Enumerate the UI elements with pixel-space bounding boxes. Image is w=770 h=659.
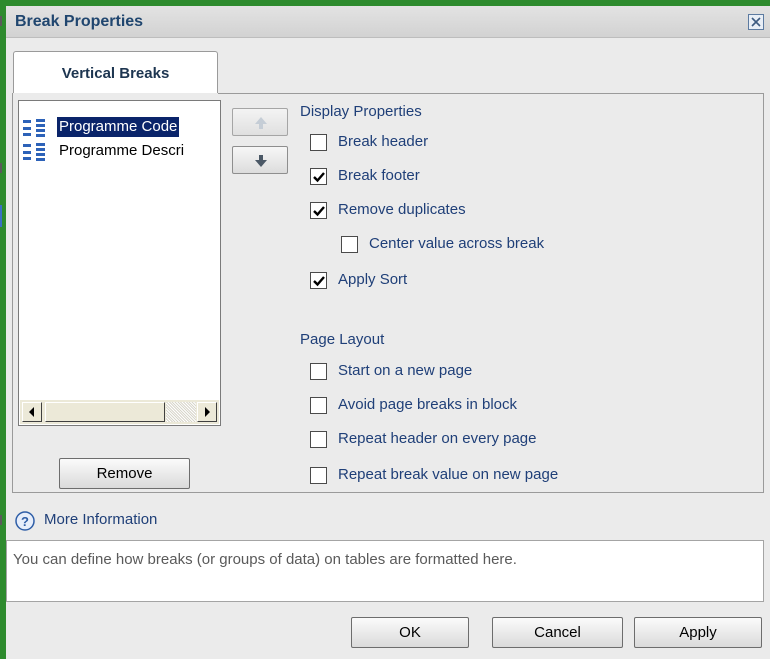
more-information-link[interactable]: More Information (44, 511, 157, 528)
information-text: You can define how breaks (or groups of … (6, 540, 764, 602)
list-item[interactable]: Programme Descri (19, 139, 219, 163)
avoid-page-breaks-checkbox[interactable] (310, 397, 327, 414)
page-layout-heading: Page Layout (300, 331, 385, 348)
help-icon[interactable]: ? (15, 511, 35, 531)
cancel-button[interactable]: Cancel (492, 617, 623, 648)
repeat-break-value-label: Repeat break value on new page (338, 466, 559, 483)
move-down-button[interactable] (232, 146, 288, 174)
background-window-edge (0, 16, 2, 26)
checkmark-icon (313, 276, 325, 287)
arrow-left-icon (29, 407, 34, 417)
close-button[interactable] (748, 14, 764, 30)
remove-duplicates-label: Remove duplicates (338, 201, 466, 218)
center-value-checkbox[interactable] (341, 236, 358, 253)
list-item[interactable]: Programme Code (19, 115, 219, 139)
center-value-label: Center value across break (369, 235, 545, 252)
dimension-icon (23, 143, 51, 163)
arrow-right-icon (205, 407, 210, 417)
avoid-page-breaks-label: Avoid page breaks in block (338, 396, 518, 413)
break-footer-label: Break footer (338, 167, 420, 184)
list-item-label: Programme Descri (59, 142, 185, 159)
tab-panel-border (218, 93, 764, 94)
dialog-title: Break Properties (15, 13, 144, 30)
scroll-left-button[interactable] (22, 402, 42, 422)
start-new-page-checkbox[interactable] (310, 363, 327, 380)
start-new-page-label: Start on a new page (338, 362, 473, 379)
tab-vertical-breaks[interactable]: Vertical Breaks (13, 51, 218, 95)
background-window-edge (0, 515, 2, 525)
scroll-thumb[interactable] (45, 402, 165, 422)
breaks-listbox[interactable]: Programme Code Programme Descri (18, 100, 221, 426)
svg-text:?: ? (21, 514, 29, 529)
arrow-down-icon (255, 155, 267, 167)
apply-sort-label: Apply Sort (338, 271, 408, 288)
remove-duplicates-checkbox[interactable] (310, 202, 327, 219)
move-up-button[interactable] (232, 108, 288, 136)
display-properties-heading: Display Properties (300, 103, 422, 120)
apply-button[interactable]: Apply (634, 617, 762, 648)
ok-button[interactable]: OK (351, 617, 469, 648)
repeat-header-checkbox[interactable] (310, 431, 327, 448)
checkmark-icon (313, 206, 325, 217)
dimension-icon (23, 119, 51, 139)
break-footer-checkbox[interactable] (310, 168, 327, 185)
arrow-up-icon (255, 117, 267, 129)
scroll-track[interactable] (166, 402, 196, 422)
background-window-edge (0, 205, 2, 227)
background-window-edge (0, 163, 2, 173)
scroll-right-button[interactable] (197, 402, 217, 422)
title-bar: Break Properties (6, 6, 770, 38)
remove-button[interactable]: Remove (59, 458, 190, 489)
repeat-break-value-checkbox[interactable] (310, 467, 327, 484)
break-header-label: Break header (338, 133, 429, 150)
close-icon (751, 17, 761, 27)
break-header-checkbox[interactable] (310, 134, 327, 151)
horizontal-scrollbar[interactable] (20, 400, 219, 424)
checkmark-icon (313, 172, 325, 183)
repeat-header-label: Repeat header on every page (338, 430, 537, 447)
list-item-label: Programme Code (57, 117, 180, 137)
apply-sort-checkbox[interactable] (310, 272, 327, 289)
